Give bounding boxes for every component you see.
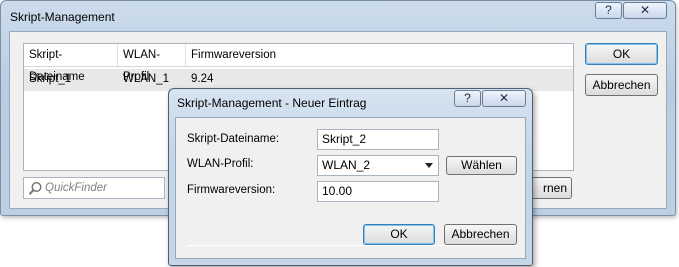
choose-button[interactable]: Wählen — [446, 156, 517, 175]
profile-label: WLAN-Profil: — [187, 158, 254, 170]
profile-select[interactable]: WLAN_2 — [317, 155, 439, 176]
dialog-ok-button[interactable]: OK — [363, 224, 435, 245]
divider — [187, 245, 517, 246]
chevron-down-icon — [425, 163, 433, 168]
new-entry-dialog: Skript-Management - Neuer Eintrag ? ✕ Sk… — [168, 88, 533, 266]
dialog-help-button[interactable]: ? — [454, 90, 481, 107]
quickfinder-placeholder: QuickFinder — [45, 182, 107, 194]
profile-select-value: WLAN_2 — [322, 158, 371, 172]
column-header-profile[interactable]: WLAN-Profil — [118, 44, 186, 83]
filename-field[interactable]: Skript_2 — [317, 129, 439, 150]
window-title: Skript-Management — [10, 10, 115, 24]
close-icon: ✕ — [498, 91, 510, 105]
table-header: Skript-Dateiname WLAN-Profil Firmwarever… — [24, 44, 573, 83]
firmware-label: Firmwareversion: — [187, 184, 276, 196]
dialog-title: Skript-Management - Neuer Eintrag — [177, 96, 367, 110]
close-button[interactable]: ✕ — [623, 2, 667, 19]
help-button[interactable]: ? — [595, 2, 622, 19]
dialog-close-button[interactable]: ✕ — [482, 90, 526, 107]
dialog-cancel-button[interactable]: Abbrechen — [444, 224, 517, 245]
cancel-button[interactable]: Abbrechen — [585, 74, 658, 96]
ok-button[interactable]: OK — [585, 43, 658, 65]
quickfinder-input[interactable]: QuickFinder — [23, 177, 165, 199]
search-icon — [28, 181, 42, 195]
cell-filename: Skript_1 — [29, 73, 72, 85]
firmware-field[interactable]: 10.00 — [317, 181, 439, 202]
filename-label: Skript-Dateiname: — [187, 133, 280, 145]
dialog-client-area: Skript-Dateiname: Skript_2 WLAN-Profil: … — [175, 117, 526, 259]
column-header-filename[interactable]: Skript-Dateiname — [24, 44, 118, 83]
column-header-firmware[interactable]: Firmwareversion — [186, 44, 286, 66]
close-icon: ✕ — [639, 3, 651, 17]
